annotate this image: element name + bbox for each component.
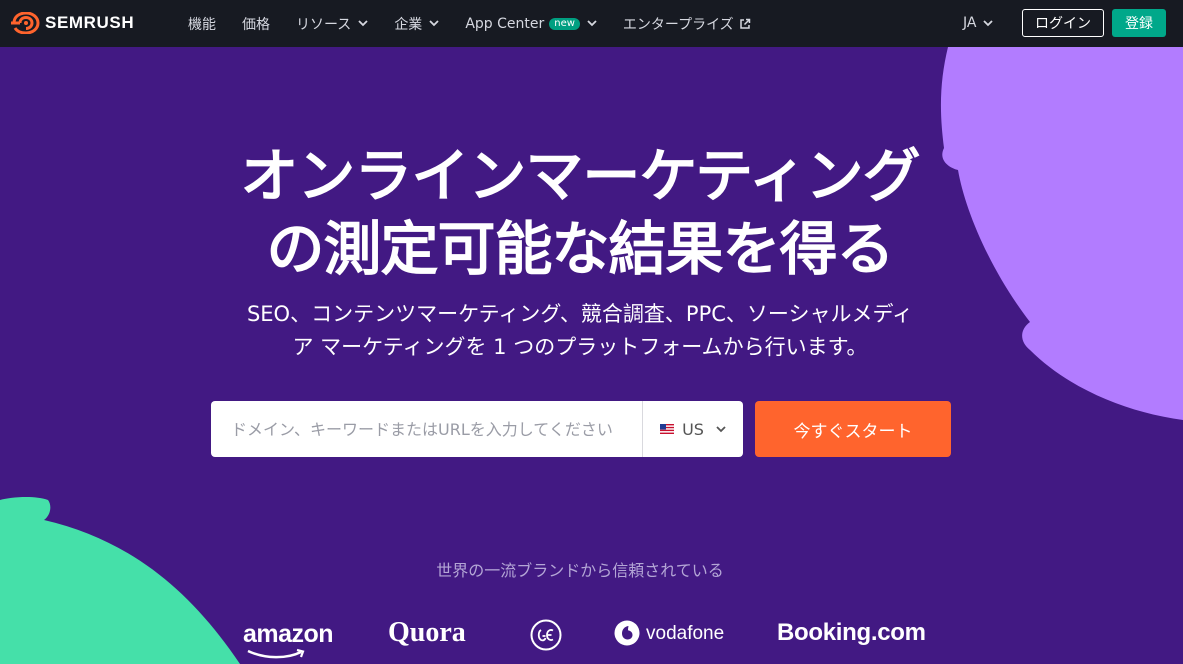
chevron-down-icon [983, 19, 994, 26]
language-label: JA [963, 15, 977, 31]
search-form: US [211, 401, 743, 457]
hero-subtitle-line: SEO、コンテンツマーケティング、競合調査、PPC、ソーシャルメディ [246, 302, 914, 326]
booking-logo: Booking.com [777, 619, 926, 646]
country-select[interactable]: US [642, 401, 743, 457]
nav-item-label: 価格 [242, 16, 270, 33]
chevron-down-icon [716, 425, 726, 432]
new-badge: new [549, 17, 580, 30]
us-flag-icon [660, 424, 675, 434]
trusted-brands-heading: 世界の一流ブランドから信頼されている [436, 561, 724, 580]
nav-item-company[interactable]: 企業 [394, 14, 439, 34]
logo-text: SEMRUSH [45, 13, 135, 32]
chevron-down-icon [358, 20, 368, 27]
nav-item-pricing[interactable]: 価格 [242, 14, 270, 34]
nav-links: 機能 価格 リソース 企業 App Center new エンタープライズ [188, 0, 777, 47]
start-now-button[interactable]: 今すぐスタート [755, 401, 951, 457]
login-button[interactable]: ログイン [1022, 9, 1104, 37]
semrush-logo-icon [11, 12, 40, 34]
brand-logos: amazon Quora GE vodafone Booking.com [0, 610, 1183, 660]
chevron-down-icon [429, 20, 439, 27]
top-navbar: SEMRUSH 機能 価格 リソース 企業 App Center new エンタ… [0, 0, 1183, 47]
signup-button[interactable]: 登録 [1112, 9, 1166, 37]
semrush-logo[interactable]: SEMRUSH [11, 12, 134, 34]
country-label: US [682, 419, 704, 439]
hero-title-line: オンラインマーケティング [240, 142, 920, 210]
language-selector[interactable]: JA [963, 15, 994, 31]
ge-logo-icon: GE [530, 619, 562, 651]
hero-subtitle-line: ア マーケティングを 1 つのプラットフォームから行います。 [292, 335, 868, 359]
nav-item-label: リソース [296, 16, 352, 33]
nav-item-resources[interactable]: リソース [296, 14, 368, 34]
hero-title-line: の測定可能な結果を得る [266, 215, 894, 283]
search-input[interactable] [211, 401, 642, 457]
amazon-smile-icon [247, 648, 305, 659]
hero-subtitle: SEO、コンテンツマーケティング、競合調査、PPC、ソーシャルメディ ア マーケ… [0, 298, 1160, 364]
vodafone-logo: vodafone [646, 623, 725, 644]
nav-item-label: エンタープライズ [622, 16, 734, 33]
nav-item-label: 機能 [188, 16, 216, 33]
chevron-down-icon [587, 20, 597, 27]
quora-logo: Quora [388, 617, 466, 648]
nav-item-enterprise[interactable]: エンタープライズ [623, 14, 751, 34]
nav-item-app-center[interactable]: App Center new [465, 16, 597, 32]
hero-title: オンラインマーケティング の測定可能な結果を得る [0, 140, 1160, 286]
nav-item-label: App Center [465, 15, 545, 32]
nav-item-features[interactable]: 機能 [188, 14, 216, 34]
nav-item-label: 企業 [394, 16, 423, 33]
vodafone-logo-icon [614, 620, 640, 646]
amazon-logo: amazon [243, 620, 334, 648]
external-link-icon [739, 18, 750, 29]
